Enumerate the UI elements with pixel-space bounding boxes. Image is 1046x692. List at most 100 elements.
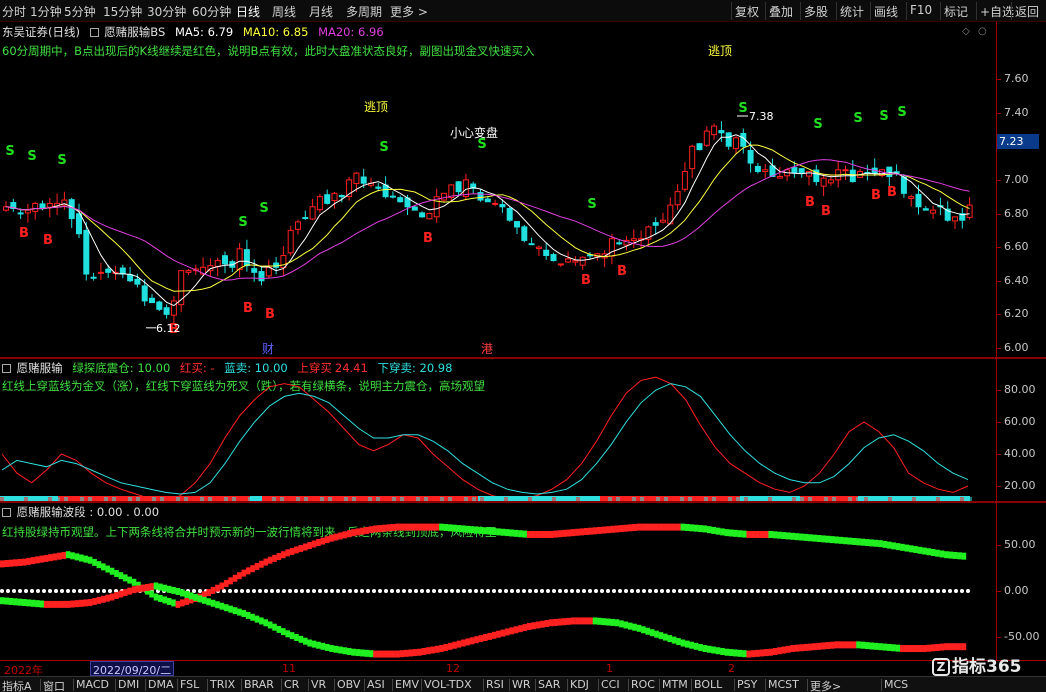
indicator-tab[interactable]: SAR (538, 678, 560, 691)
sell-signal-S: S (238, 215, 247, 230)
zero-line-dot (624, 589, 628, 593)
zero-line-dot (606, 589, 610, 593)
indicator-tab[interactable]: TRIX (210, 678, 235, 691)
indicator-tab[interactable]: VOL-TDX (424, 678, 472, 691)
candle-down (754, 165, 761, 172)
toolbar-action-button[interactable]: 标记 (940, 2, 971, 20)
zero-line-dot (42, 589, 46, 593)
zero-line-dot (198, 589, 202, 593)
indicator-tab[interactable]: BRAR (244, 678, 274, 691)
y-tick-mark (997, 454, 1001, 455)
tab-divider (334, 679, 335, 691)
candle-down (484, 198, 491, 203)
zero-line-dot (642, 589, 646, 593)
zero-line-dot (570, 589, 574, 593)
indicator-tab[interactable]: KDJ (570, 678, 589, 691)
toolbar-action-button[interactable]: 叠加 (765, 2, 796, 20)
upper-wave-block (324, 536, 330, 544)
lower-wave-block (219, 602, 225, 610)
upper-wave-block (395, 523, 400, 531)
indicator-tab[interactable]: CCI (601, 678, 620, 691)
lower-wave-block (619, 620, 624, 628)
wave-chart[interactable] (0, 502, 996, 660)
oscillator-panel[interactable]: 愿赌服输 绿探底震仓: 10.00 红买: - 蓝卖: 10.00 上穿买 24.… (0, 358, 1046, 502)
zero-line-dot (36, 589, 40, 593)
indicator-tab[interactable]: DMA (148, 678, 174, 691)
indicator-tab[interactable]: 更多> (810, 678, 841, 692)
zero-line-dot (408, 589, 412, 593)
upper-wave-block (676, 523, 681, 531)
candle-down (338, 195, 345, 198)
indicator-tab[interactable]: MCS (884, 678, 908, 691)
upper-wave-block (109, 567, 115, 575)
wave-panel[interactable]: 愿赌服输波段 : 0.00 . 0.00 红持股绿持币观望。上下两条线将合并时预… (0, 502, 1046, 660)
sell-signal-S: S (27, 149, 36, 164)
upper-wave-block (158, 594, 163, 602)
upper-wave-block (294, 546, 299, 554)
zero-line-dot (108, 589, 112, 593)
indicator-tab[interactable]: OBV (337, 678, 360, 691)
period-tab[interactable]: 60分钟 (192, 3, 231, 20)
zero-line-dot (234, 589, 238, 593)
indicator-tab[interactable]: 窗口 (43, 678, 65, 692)
indicator-tab[interactable]: BOLL (694, 678, 722, 691)
indicator-tab[interactable]: VR (311, 678, 326, 691)
lower-wave-block (250, 613, 255, 621)
indicator-tab[interactable]: PSY (737, 678, 757, 691)
candlestick-chart[interactable]: S S SSSS SSSS S S SB BBB BBBBBBB B逃顶逃顶小心变盘7.386.1… (0, 22, 996, 358)
indicator-tab[interactable]: EMV (395, 678, 419, 691)
period-tab[interactable]: 5分钟 (64, 3, 96, 20)
period-tab[interactable]: 月线 (309, 3, 333, 20)
toolbar-action-button[interactable]: F10 (906, 2, 935, 20)
time-axis[interactable]: 2022年 2022/09/20/二 11 12 1 2 (0, 660, 1046, 677)
lower-wave-block (421, 647, 427, 655)
period-tab[interactable]: 周线 (272, 3, 296, 20)
main-chart-panel[interactable]: 东吴证券(日线) 愿赌服输BS MA5: 6.79 MA10: 6.85 MA2… (0, 22, 1046, 358)
period-tab[interactable]: 15分钟 (103, 3, 142, 20)
upper-wave-block (588, 527, 593, 535)
candle-up (776, 176, 783, 179)
upper-wave-block (333, 533, 339, 541)
candle-down (141, 285, 148, 302)
indicator-tab[interactable]: CR (284, 678, 299, 691)
period-tab[interactable]: 1分钟 (30, 3, 62, 20)
period-tab[interactable]: 日线 (236, 3, 260, 20)
toolbar-action-button[interactable]: 复权 (731, 2, 762, 20)
period-tab[interactable]: 30分钟 (147, 3, 186, 20)
indicator-tab[interactable]: RSI (486, 678, 504, 691)
indicator-tab[interactable]: MACD (76, 678, 109, 691)
period-tab[interactable]: 多周期 (346, 3, 382, 20)
period-tab[interactable]: 分时 (2, 3, 26, 20)
tab-divider (207, 679, 208, 691)
buy-signal-B: B (43, 233, 53, 248)
upper-wave-block (755, 530, 760, 538)
lower-wave-block (206, 598, 211, 606)
toolbar-action-button[interactable]: 画线 (870, 2, 901, 20)
indicator-tab[interactable]: 指标A (2, 678, 32, 692)
lower-wave-block (755, 649, 760, 657)
indicator-tab[interactable]: WR (512, 678, 531, 691)
zero-line-dot (828, 589, 832, 593)
toolbar-action-button[interactable]: 返回 (1011, 2, 1042, 20)
lower-wave-block (557, 618, 563, 626)
tab-divider (392, 679, 393, 691)
indicator-tab[interactable]: MTM (662, 678, 688, 691)
indicator-tab[interactable]: MCST (768, 678, 799, 691)
indicator-tab[interactable]: DMI (118, 678, 139, 691)
zero-line-dot (600, 589, 604, 593)
toolbar-action-button[interactable]: 多股 (800, 2, 831, 20)
lower-wave-block (162, 584, 168, 592)
indicator-tab[interactable]: FSL (180, 678, 199, 691)
zero-line-dot (48, 589, 52, 593)
oscillator-chart[interactable] (0, 358, 996, 502)
lower-wave-block (443, 643, 449, 651)
period-tab[interactable]: 更多 > (390, 3, 428, 20)
lower-wave-block (917, 645, 923, 653)
upper-wave-block (654, 523, 659, 531)
cursor-date: 2022/09/20/二 (90, 661, 175, 677)
indicator-tab[interactable]: ROC (631, 678, 655, 691)
lower-wave-block (386, 650, 391, 658)
indicator-tab[interactable]: ASI (367, 678, 385, 691)
lower-wave-block (491, 631, 497, 639)
toolbar-action-button[interactable]: 统计 (836, 2, 867, 20)
